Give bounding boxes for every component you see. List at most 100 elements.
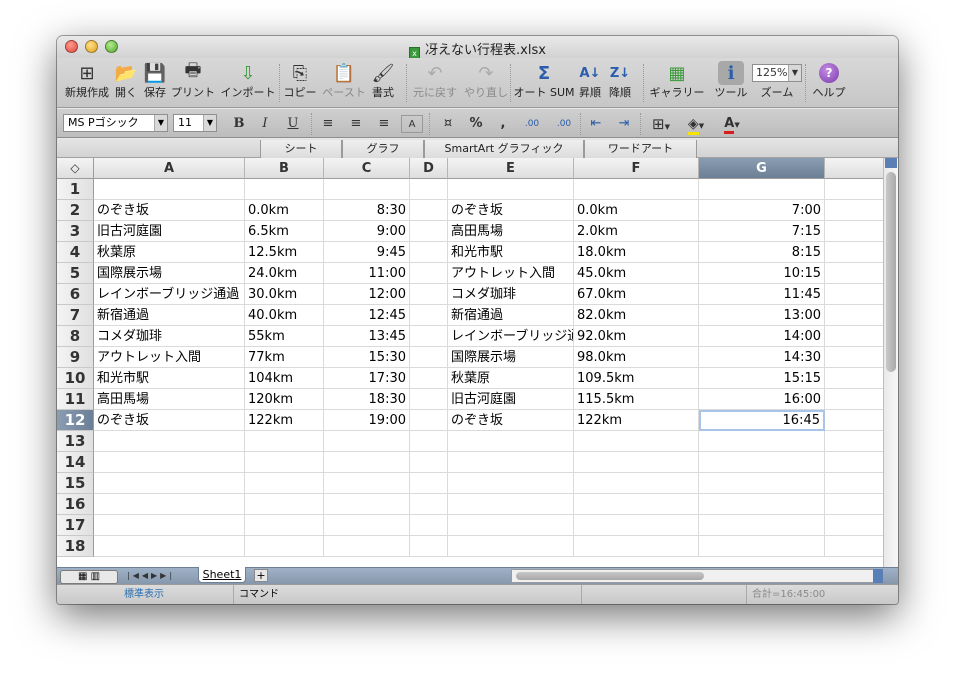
- cell-e15[interactable]: [448, 473, 574, 494]
- cell-f15[interactable]: [574, 473, 699, 494]
- column-header-g[interactable]: G: [699, 158, 825, 179]
- outdent-icon[interactable]: ⇤: [585, 115, 607, 133]
- add-sheet-button[interactable]: +: [254, 569, 268, 582]
- cell-f13[interactable]: [574, 431, 699, 452]
- vertical-scroll-thumb[interactable]: [886, 172, 896, 372]
- row-header-10[interactable]: 10: [57, 368, 94, 389]
- cell-b5[interactable]: 24.0km: [245, 263, 324, 284]
- cell-b11[interactable]: 120km: [245, 389, 324, 410]
- cell-e18[interactable]: [448, 536, 574, 557]
- italic-button[interactable]: I: [255, 115, 275, 133]
- cell-d7[interactable]: [410, 305, 448, 326]
- cell-c9[interactable]: 15:30: [324, 347, 410, 368]
- cell-d12[interactable]: [410, 410, 448, 431]
- toolbar-button-1[interactable]: 📂 開く: [113, 61, 139, 107]
- column-header-d[interactable]: D: [410, 158, 448, 179]
- prev-sheet-icon[interactable]: ◀: [142, 571, 151, 580]
- cell-d18[interactable]: [410, 536, 448, 557]
- cell-d6[interactable]: [410, 284, 448, 305]
- cell-g13[interactable]: [699, 431, 825, 452]
- align-left-icon[interactable]: ≡: [317, 115, 339, 133]
- cell-a5[interactable]: 国際展示場: [94, 263, 245, 284]
- toolbar-button-12[interactable]: Z↓ 降順: [607, 61, 633, 107]
- cell-h9[interactable]: [825, 347, 883, 368]
- comma-style-button[interactable]: ,: [493, 115, 513, 133]
- column-header-a[interactable]: A: [94, 158, 245, 179]
- tab-smartart[interactable]: SmartArt グラフィック: [424, 140, 584, 158]
- cell-d9[interactable]: [410, 347, 448, 368]
- cell-g8[interactable]: 14:00: [699, 326, 825, 347]
- cell-b13[interactable]: [245, 431, 324, 452]
- toolbar-button-8[interactable]: ↶ 元に戻す: [409, 61, 461, 107]
- next-sheet-icon[interactable]: ▶: [151, 571, 160, 580]
- align-center-icon[interactable]: ≡: [345, 115, 367, 133]
- cell-g15[interactable]: [699, 473, 825, 494]
- row-header-2[interactable]: 2: [57, 200, 94, 221]
- cell-a16[interactable]: [94, 494, 245, 515]
- cell-g3[interactable]: 7:15: [699, 221, 825, 242]
- increase-decimal-button[interactable]: .00: [519, 115, 545, 133]
- toolbar-button-13[interactable]: ▦ ギャラリー: [645, 61, 709, 107]
- sheet-tab-sheet1[interactable]: Sheet1: [198, 567, 246, 583]
- cell-a11[interactable]: 高田馬場: [94, 389, 245, 410]
- cell-e9[interactable]: 国際展示場: [448, 347, 574, 368]
- cell-g2[interactable]: 7:00: [699, 200, 825, 221]
- cell-h8[interactable]: [825, 326, 883, 347]
- worksheet-grid[interactable]: ◇ A B C D E F G 1 2 のぞき坂 0.0km 8:30 のぞき坂 0.0km 7:00 3 旧古…: [57, 158, 883, 567]
- cell-f4[interactable]: 18.0km: [574, 242, 699, 263]
- zoom-select[interactable]: 125% ▼: [752, 64, 802, 82]
- row-header-9[interactable]: 9: [57, 347, 94, 368]
- cell-g9[interactable]: 14:30: [699, 347, 825, 368]
- cell-f5[interactable]: 45.0km: [574, 263, 699, 284]
- cell-a4[interactable]: 秋葉原: [94, 242, 245, 263]
- cell-d13[interactable]: [410, 431, 448, 452]
- font-color-button[interactable]: A▼: [717, 115, 747, 134]
- first-sheet-icon[interactable]: |◀: [127, 571, 142, 580]
- cell-a3[interactable]: 旧古河庭園: [94, 221, 245, 242]
- cell-h5[interactable]: [825, 263, 883, 284]
- cell-c8[interactable]: 13:45: [324, 326, 410, 347]
- row-header-6[interactable]: 6: [57, 284, 94, 305]
- row-header-13[interactable]: 13: [57, 431, 94, 452]
- cell-f12[interactable]: 122km: [574, 410, 699, 431]
- cell-c17[interactable]: [324, 515, 410, 536]
- cell-a15[interactable]: [94, 473, 245, 494]
- cell-a9[interactable]: アウトレット入間: [94, 347, 245, 368]
- cell-d8[interactable]: [410, 326, 448, 347]
- cell-h1[interactable]: [825, 179, 883, 200]
- cell-d11[interactable]: [410, 389, 448, 410]
- font-name-select[interactable]: MS Pゴシック ▼: [63, 114, 168, 132]
- row-header-7[interactable]: 7: [57, 305, 94, 326]
- cell-g17[interactable]: [699, 515, 825, 536]
- row-header-15[interactable]: 15: [57, 473, 94, 494]
- cell-c15[interactable]: [324, 473, 410, 494]
- row-header-8[interactable]: 8: [57, 326, 94, 347]
- select-all-corner[interactable]: ◇: [57, 158, 94, 179]
- cell-e3[interactable]: 高田馬場: [448, 221, 574, 242]
- cell-a17[interactable]: [94, 515, 245, 536]
- column-header-f[interactable]: F: [574, 158, 699, 179]
- cell-f9[interactable]: 98.0km: [574, 347, 699, 368]
- cell-e10[interactable]: 秋葉原: [448, 368, 574, 389]
- cell-d3[interactable]: [410, 221, 448, 242]
- cell-a6[interactable]: レインボーブリッジ通過: [94, 284, 245, 305]
- indent-icon[interactable]: ⇥: [613, 115, 635, 133]
- borders-icon[interactable]: ⊞▼: [647, 115, 675, 133]
- column-header-e[interactable]: E: [448, 158, 574, 179]
- cell-f6[interactable]: 67.0km: [574, 284, 699, 305]
- cell-b18[interactable]: [245, 536, 324, 557]
- split-handle[interactable]: [873, 569, 883, 583]
- cell-f1[interactable]: [574, 179, 699, 200]
- cell-c7[interactable]: 12:45: [324, 305, 410, 326]
- toolbar-button-9[interactable]: ↷ やり直し: [461, 61, 511, 107]
- cell-a7[interactable]: 新宿通過: [94, 305, 245, 326]
- cell-h14[interactable]: [825, 452, 883, 473]
- cell-g18[interactable]: [699, 536, 825, 557]
- cell-b2[interactable]: 0.0km: [245, 200, 324, 221]
- row-header-3[interactable]: 3: [57, 221, 94, 242]
- cell-b6[interactable]: 30.0km: [245, 284, 324, 305]
- cell-d2[interactable]: [410, 200, 448, 221]
- cell-h13[interactable]: [825, 431, 883, 452]
- cell-b9[interactable]: 77km: [245, 347, 324, 368]
- cell-f2[interactable]: 0.0km: [574, 200, 699, 221]
